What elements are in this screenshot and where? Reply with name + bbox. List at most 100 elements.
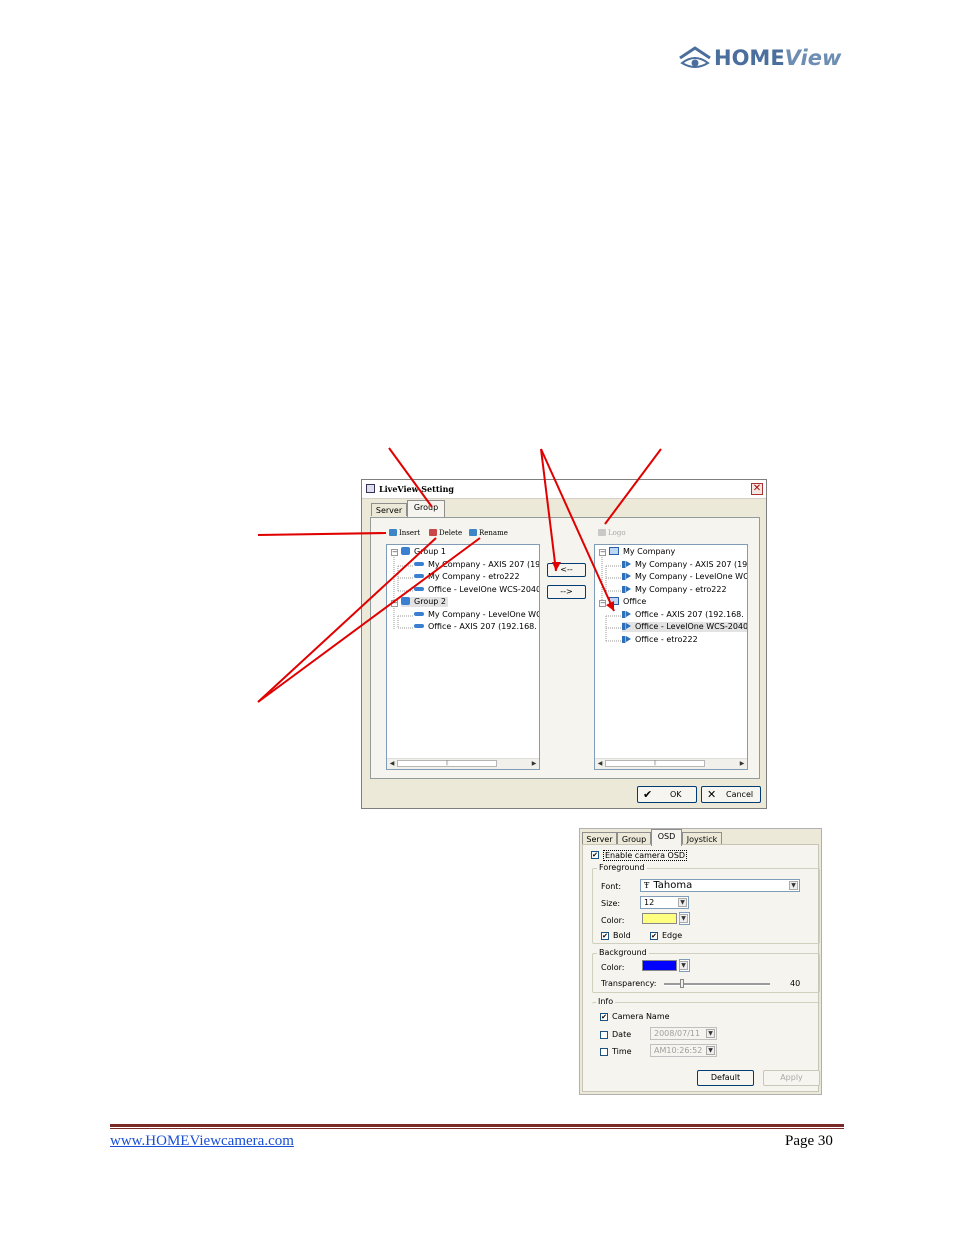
transparency-thumb[interactable] [680,979,684,988]
ok-button[interactable]: ✔ OK [637,786,697,803]
chevron-down-icon: ▼ [706,1046,715,1055]
footer-website-link[interactable]: www.HOMEViewcamera.com [110,1133,294,1150]
background-legend: Background [597,948,649,957]
horizontal-scrollbar[interactable]: ◀ || ▶ [595,758,747,769]
osd-setting-dialog: Server Group OSD Joystick ✔ Enable camer… [579,828,822,1095]
insert-button[interactable]: Insert [389,529,420,537]
size-value: 12 [644,898,655,907]
bg-color-label: Color: [601,963,625,972]
tree-item-label: My Company - LevelOne WC [635,572,748,581]
tree-item[interactable]: My Company - LevelOne WC [414,610,539,620]
group1-label: Group 1 [414,547,446,556]
logo-brand-italic: View [784,46,842,70]
chevron-down-icon: ▼ [706,1029,715,1038]
rename-label: Rename [479,529,508,537]
size-select[interactable]: 12 ▼ [640,896,689,909]
bold-checkbox[interactable]: ✔ [601,932,609,940]
scroll-left-icon[interactable]: ◀ [596,760,604,767]
group-tree[interactable]: − Group 1 My Company - AXIS 207 (19 My C… [386,544,540,770]
enable-osd-checkbox[interactable]: ✔ [591,851,599,859]
monitor-icon [609,547,619,555]
horizontal-scrollbar[interactable]: ◀ || ▶ [387,758,539,769]
insert-label: Insert [399,529,421,537]
tree-item-label: My Company - AXIS 207 (19 [635,560,748,569]
tree-item-label: Office - AXIS 207 (192.168. [635,610,744,619]
scroll-thumb[interactable]: || [605,760,705,767]
fg-color-dropdown[interactable]: ▼ [679,912,690,925]
tree-item[interactable]: My Company - AXIS 207 (19 [622,560,747,570]
collapse-office-icon[interactable]: − [599,600,606,607]
time-checkbox[interactable] [600,1048,608,1056]
tree-server-office[interactable]: Office [609,597,646,607]
foreground-legend: Foreground [597,863,647,872]
scroll-right-icon[interactable]: ▶ [738,760,746,767]
tree-item[interactable]: My Company - etro222 [622,585,727,595]
server-tree[interactable]: − My Company My Company - AXIS 207 (19 M… [594,544,748,770]
foreground-group: Foreground Font: Ŧ Tahoma ▼ Size: 12 ▼ Colo… [592,863,820,944]
logo-brand-main: HOME [714,46,785,70]
move-right-button[interactable]: --> [547,585,586,599]
logo-button[interactable]: Logo [598,529,626,537]
tree-item[interactable]: My Company - LevelOne WC [622,572,748,582]
house-eye-icon [679,46,711,68]
liveview-setting-dialog: LiveView Setting ✕ Server Group Insert D… [361,479,767,809]
tab-group[interactable]: Group [407,500,445,517]
camera-name-checkbox[interactable]: ✔ [600,1013,608,1021]
camera-icon [414,612,424,616]
office-label: Office [623,597,647,606]
bg-color-dropdown[interactable]: ▼ [679,959,690,972]
footer-page-number: Page 30 [785,1133,833,1149]
tree-item[interactable]: Office - AXIS 207 (192.168. [622,610,744,620]
info-legend: Info [596,997,616,1006]
edge-checkbox[interactable]: ✔ [650,932,658,940]
font-select[interactable]: Ŧ Tahoma ▼ [640,879,800,892]
group-icon [401,597,410,605]
fg-color-swatch[interactable] [642,913,677,924]
tree-item[interactable]: My Company - AXIS 207 (19 [414,560,540,570]
date-value: 2008/07/11 [654,1029,701,1038]
date-select[interactable]: 2008/07/11 ▼ [650,1027,717,1040]
camera-icon [414,562,424,566]
date-checkbox[interactable] [600,1031,608,1039]
tree-item[interactable]: Office - etro222 [622,635,698,645]
tree-group-2[interactable]: Group 2 [401,597,448,607]
size-label: Size: [601,899,621,908]
bold-label: Bold [613,931,631,940]
check-icon: ✔ [643,788,653,801]
tree-item[interactable]: My Company - etro222 [414,572,520,582]
x-icon: ✕ [707,788,717,801]
insert-icon [389,529,397,536]
tree-item[interactable]: Office - AXIS 207 (192.168. [414,622,537,632]
collapse-group1-icon[interactable]: − [391,549,398,556]
cancel-button[interactable]: ✕ Cancel [701,786,761,803]
close-button[interactable]: ✕ [751,483,763,495]
tree-item-label: Office - etro222 [635,635,698,644]
collapse-group2-icon[interactable]: − [391,600,398,607]
chevron-down-icon: ▼ [679,961,688,970]
font-value: Tahoma [653,880,693,891]
tree-item[interactable]: Office - LevelOne WCS-2040 [414,585,539,595]
tree-item-label: My Company - AXIS 207 (19 [428,560,540,569]
time-select[interactable]: AM10:26:52 ▼ [650,1044,717,1057]
default-button[interactable]: Default [697,1070,754,1086]
camera-speaker-icon [622,573,631,580]
font-label: Font: [601,882,622,891]
scroll-left-icon[interactable]: ◀ [388,760,396,767]
group2-label: Group 2 [414,597,446,606]
tree-item-selected[interactable]: Office - LevelOne WCS-2040 [622,622,747,632]
window-icon [366,484,375,493]
apply-button[interactable]: Apply [763,1070,820,1086]
move-left-button[interactable]: <-- [547,563,586,577]
bg-color-swatch[interactable] [642,960,677,971]
tab-server[interactable]: Server [371,503,407,516]
tree-item-label: My Company - etro222 [428,572,520,581]
scroll-thumb[interactable]: || [397,760,497,767]
collapse-company-icon[interactable]: − [599,549,606,556]
logo-label: Logo [608,529,626,537]
delete-button[interactable]: Delete [429,529,462,537]
scroll-right-icon[interactable]: ▶ [530,760,538,767]
tab-osd[interactable]: OSD [651,829,682,846]
tree-group-1[interactable]: Group 1 [401,547,446,557]
tree-server-company[interactable]: My Company [609,547,675,557]
rename-button[interactable]: Rename [469,529,508,537]
